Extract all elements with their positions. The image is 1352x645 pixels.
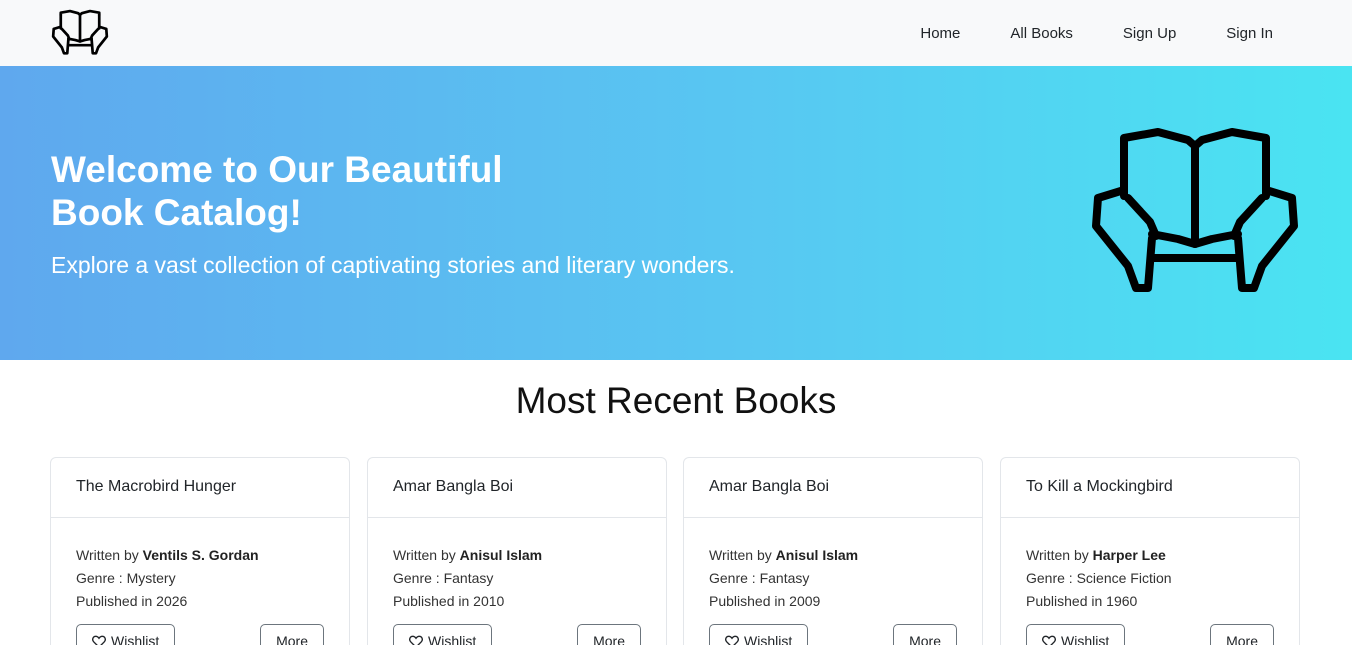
written-by-label: Written by [393,547,456,563]
book-details: Written by Anisul Islam Genre : Fantasy … [368,518,666,613]
wishlist-label: Wishlist [744,633,793,645]
book-author-line: Written by Anisul Islam [709,544,957,567]
book-genre: Genre : Science Fiction [1026,570,1172,586]
more-button[interactable]: More [1210,624,1274,645]
wishlist-label: Wishlist [111,633,160,645]
hero-title-line1: Welcome to Our Beautiful [51,149,503,190]
wishlist-button[interactable]: Wishlist [1026,624,1126,645]
written-by-label: Written by [76,547,139,563]
more-button[interactable]: More [577,624,641,645]
section-title: Most Recent Books [515,380,837,421]
heart-icon [92,635,106,645]
wishlist-label: Wishlist [428,633,477,645]
open-book-hands-icon[interactable] [51,9,109,57]
book-title: Amar Bangla Boi [684,458,982,518]
hero-subtitle: Explore a vast collection of captivating… [51,252,735,278]
wishlist-button[interactable]: Wishlist [709,624,809,645]
book-title: Amar Bangla Boi [368,458,666,518]
navbar: Home All Books Sign Up Sign In [0,0,1352,66]
book-published: Published in 2026 [76,593,188,609]
book-title: To Kill a Mockingbird [1001,458,1299,518]
nav-sign-in-link[interactable]: Sign In [1226,25,1273,42]
book-details: Written by Anisul Islam Genre : Fantasy … [684,518,982,613]
more-button[interactable]: More [260,624,324,645]
book-published: Published in 2009 [709,593,821,609]
heart-icon [725,635,739,645]
written-by-label: Written by [709,547,772,563]
book-author: Anisul Islam [775,547,859,563]
book-details: Written by Harper Lee Genre : Science Fi… [1001,518,1299,613]
written-by-label: Written by [1026,547,1089,563]
book-title: The Macrobird Hunger [51,458,349,518]
wishlist-label: Wishlist [1061,633,1110,645]
wishlist-button[interactable]: Wishlist [76,624,176,645]
book-details: Written by Ventils S. Gordan Genre : Mys… [51,518,349,613]
book-author-line: Written by Ventils S. Gordan [76,544,324,567]
hero-title: Welcome to Our Beautiful Book Catalog! [51,148,571,234]
book-card: Amar Bangla Boi Written by Anisul Islam … [367,457,667,645]
book-published: Published in 1960 [1026,593,1138,609]
wishlist-button[interactable]: Wishlist [393,624,493,645]
heart-icon [1042,635,1056,645]
more-button[interactable]: More [893,624,957,645]
book-card: Amar Bangla Boi Written by Anisul Islam … [683,457,983,645]
book-genre: Genre : Fantasy [709,570,810,586]
hero-banner: Welcome to Our Beautiful Book Catalog! E… [0,66,1352,360]
heart-icon [409,635,423,645]
open-book-hands-icon [1092,128,1298,292]
book-card: The Macrobird Hunger Written by Ventils … [50,457,350,645]
book-author-line: Written by Anisul Islam [393,544,641,567]
book-card: To Kill a Mockingbird Written by Harper … [1000,457,1300,645]
book-genre: Genre : Fantasy [393,570,494,586]
nav-sign-up-link[interactable]: Sign Up [1123,25,1176,42]
book-published: Published in 2010 [393,593,505,609]
nav-home-link[interactable]: Home [920,25,960,42]
book-genre: Genre : Mystery [76,570,176,586]
book-author: Ventils S. Gordan [142,547,259,563]
book-author: Harper Lee [1092,547,1166,563]
nav-links: Home All Books Sign Up Sign In [870,0,1273,66]
hero-title-line2: Book Catalog! [51,192,302,233]
nav-all-books-link[interactable]: All Books [1010,25,1073,42]
book-author-line: Written by Harper Lee [1026,544,1274,567]
book-author: Anisul Islam [459,547,543,563]
